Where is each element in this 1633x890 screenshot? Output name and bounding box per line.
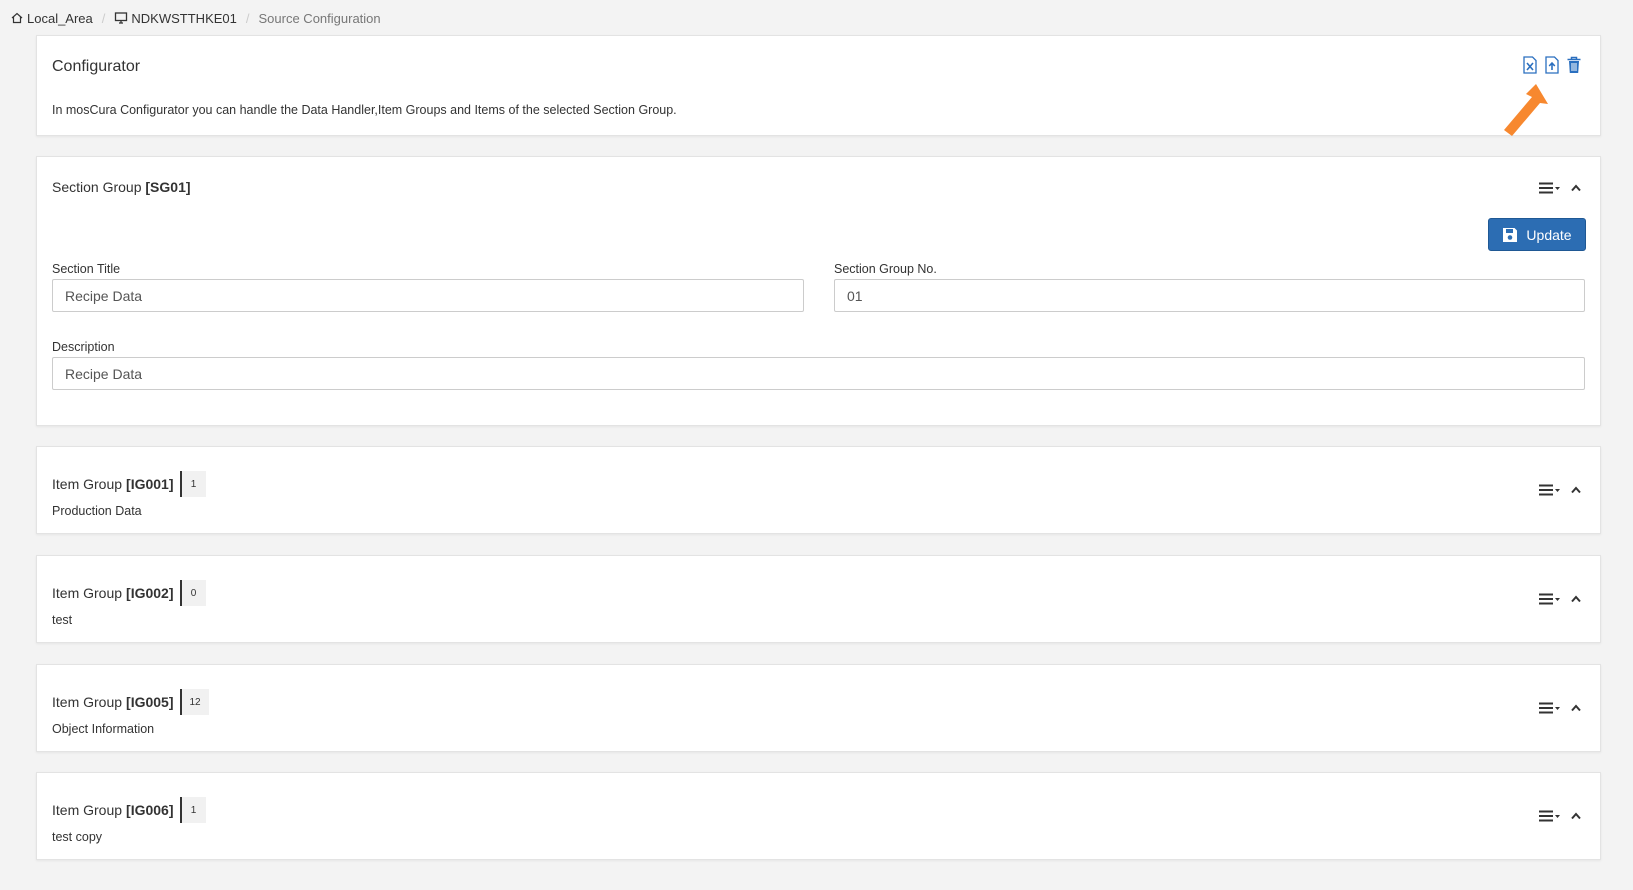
breadcrumb-separator: / <box>101 10 106 26</box>
item-group-prefix: Item Group <box>52 694 123 710</box>
chevron-up-icon[interactable] <box>1570 485 1582 495</box>
breadcrumb-item-current: Source Configuration <box>259 11 381 26</box>
monitor-icon <box>114 11 128 25</box>
item-group-panel: Item Group [IG001] 1 Production Data <box>36 446 1601 534</box>
item-group-panel: Item Group [IG006] 1 test copy <box>36 772 1601 860</box>
item-group-subtitle: test copy <box>52 830 103 844</box>
configurator-title: Configurator <box>52 58 141 75</box>
menu-dropdown-icon[interactable] <box>1538 181 1560 195</box>
item-count-badge: 0 <box>179 580 206 606</box>
item-group-subtitle: test <box>52 613 73 627</box>
update-button[interactable]: Update <box>1488 218 1586 251</box>
item-group-code: [IG005] <box>126 694 174 710</box>
chevron-up-icon[interactable] <box>1570 811 1582 821</box>
chevron-up-icon[interactable] <box>1570 703 1582 713</box>
breadcrumb-label: Source Configuration <box>258 10 381 26</box>
item-group-prefix: Item Group <box>52 585 123 601</box>
menu-dropdown-icon[interactable] <box>1538 592 1560 606</box>
breadcrumb-label: Local_Area <box>27 10 93 26</box>
item-group-title: Item Group [IG001] 1 <box>52 471 206 497</box>
menu-dropdown-icon[interactable] <box>1538 483 1560 497</box>
item-group-title: Item Group [IG005] 12 <box>52 689 209 715</box>
description-label: Description <box>52 340 115 354</box>
item-group-code: [IG006] <box>126 802 174 818</box>
item-count-badge: 12 <box>179 689 209 715</box>
item-group-tools <box>1538 592 1582 606</box>
item-group-code: [IG001] <box>126 476 174 492</box>
item-group-prefix: Item Group <box>52 802 123 818</box>
menu-dropdown-icon[interactable] <box>1538 701 1560 715</box>
item-group-panel: Item Group [IG005] 12 Object Information <box>36 664 1601 752</box>
section-group-title: Section Group [SG01] <box>52 179 191 195</box>
item-group-subtitle: Object Information <box>52 722 155 736</box>
breadcrumb-separator: / <box>245 10 250 26</box>
section-group-tools <box>1538 181 1582 195</box>
breadcrumb-label: NDKWSTTHKE01 <box>131 10 237 26</box>
item-group-subtitle: Production Data <box>52 504 142 518</box>
item-group-title: Item Group [IG002] 0 <box>52 580 206 606</box>
section-title-input[interactable] <box>52 279 804 312</box>
trash-icon[interactable] <box>1566 56 1582 74</box>
section-group-no-input[interactable] <box>834 279 1585 312</box>
item-count-badge: 1 <box>179 797 206 823</box>
configurator-toolbar <box>1522 56 1582 74</box>
item-group-tools <box>1538 483 1582 497</box>
section-group-prefix: Section Group <box>52 179 142 195</box>
chevron-up-icon[interactable] <box>1570 183 1582 193</box>
chevron-up-icon[interactable] <box>1570 594 1582 604</box>
breadcrumb: Local_Area / NDKWSTTHKE01 / Source Confi… <box>10 8 381 28</box>
item-count-badge: 1 <box>179 471 206 497</box>
update-button-label: Update <box>1526 226 1572 243</box>
item-group-panel: Item Group [IG002] 0 test <box>36 555 1601 643</box>
section-group-no-label: Section Group No. <box>834 262 937 276</box>
save-icon <box>1502 227 1518 243</box>
breadcrumb-item-local-area[interactable]: Local_Area <box>10 11 93 26</box>
section-group-code: [SG01] <box>145 179 191 195</box>
excel-export-icon[interactable] <box>1522 56 1538 74</box>
home-icon <box>10 11 24 25</box>
item-group-tools <box>1538 809 1582 823</box>
configurator-panel: Configurator In mosCura Configurator you… <box>36 35 1601 136</box>
menu-dropdown-icon[interactable] <box>1538 809 1560 823</box>
item-group-title: Item Group [IG006] 1 <box>52 797 206 823</box>
item-group-tools <box>1538 701 1582 715</box>
item-group-prefix: Item Group <box>52 476 123 492</box>
description-input[interactable] <box>52 357 1585 390</box>
file-upload-icon[interactable] <box>1544 56 1560 74</box>
breadcrumb-item-device[interactable]: NDKWSTTHKE01 <box>114 10 237 26</box>
section-group-panel: Section Group [SG01] Update Section Titl… <box>36 156 1601 426</box>
section-title-label: Section Title <box>52 262 121 276</box>
configurator-description: In mosCura Configurator you can handle t… <box>52 103 677 117</box>
item-group-code: [IG002] <box>126 585 174 601</box>
